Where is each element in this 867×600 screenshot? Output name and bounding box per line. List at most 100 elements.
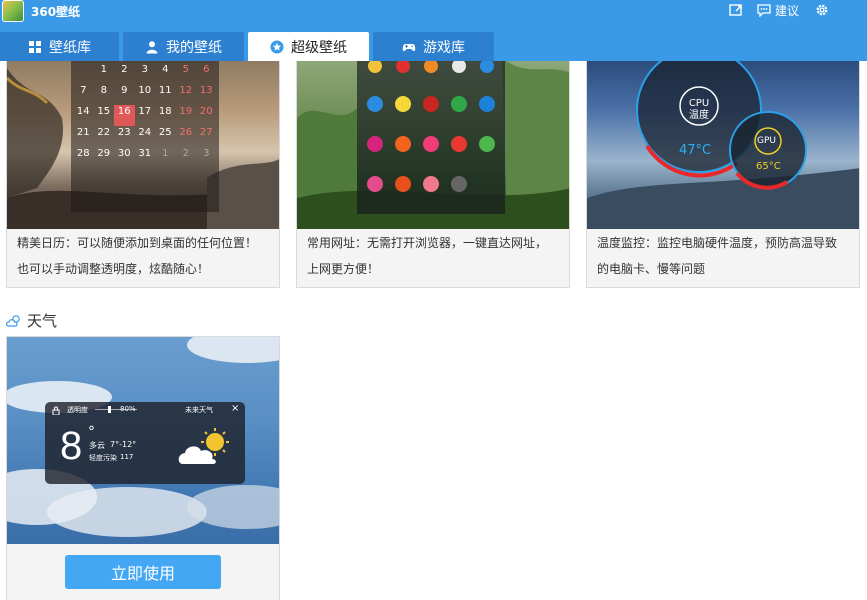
- calendar-day: 23: [117, 127, 131, 138]
- lock-icon: [52, 406, 60, 415]
- gpu-label: GPU: [757, 136, 776, 146]
- calendar-day: 20: [199, 106, 213, 117]
- desc-line: 的电脑卡、慢等问题: [597, 262, 706, 276]
- calendar-day: 3: [141, 64, 148, 75]
- temperature-thumbnail[interactable]: CPU 温度 47°C GPU 65°C: [587, 61, 859, 229]
- calendar-day: 8: [100, 85, 107, 96]
- cpu-label: CPU 温度: [683, 98, 715, 122]
- content-area: 1 2 3 4 5 6 7 8 9 10 11 12 13 14 15 16 1…: [0, 61, 867, 600]
- calendar-day: 26: [179, 127, 193, 138]
- window-share-icon: [729, 4, 742, 16]
- calendar-day: 13: [199, 85, 213, 96]
- calendar-day: 22: [97, 127, 111, 138]
- calendar-day: 5: [182, 64, 189, 75]
- opacity-slider-handle: [108, 406, 111, 413]
- card-description: 温度监控：监控电脑硬件温度，预防高温导致 的电脑卡、慢等问题: [597, 230, 851, 282]
- calendar-day: 29: [97, 148, 111, 159]
- chat-bubble-icon: [757, 4, 771, 17]
- calendar-day: 11: [158, 85, 172, 96]
- desc-line: 常用网址：无需打开浏览器，一键直达网址，: [307, 236, 548, 250]
- calendar-day: 1: [162, 148, 169, 159]
- weather-widget: 透明度 80% 未来天气 × 8 ° 多云 7°-12° 轻度污染 117: [45, 402, 245, 484]
- settings-button[interactable]: [815, 0, 829, 20]
- weather-condition: 多云: [89, 441, 105, 450]
- tab-label: 游戏库: [423, 39, 465, 56]
- calendar-day: 2: [121, 64, 128, 75]
- app-logo-icon: [2, 0, 24, 22]
- weather-card[interactable]: 透明度 80% 未来天气 × 8 ° 多云 7°-12° 轻度污染 117 立即…: [6, 336, 280, 600]
- websites-thumbnail[interactable]: [297, 61, 569, 229]
- calendar-row: 21 22 23 24 25 26 27: [73, 126, 219, 147]
- tab-label: 壁纸库: [49, 39, 91, 56]
- calendar-row: 1 2 3 4 5 6: [73, 63, 219, 84]
- calendar-day: 10: [138, 85, 152, 96]
- tab-my-wallpapers[interactable]: 我的壁纸: [123, 32, 244, 61]
- star-icon: [270, 40, 284, 53]
- suggest-label: 建议: [775, 3, 800, 18]
- tab-game-library[interactable]: 游戏库: [373, 32, 494, 61]
- calendar-day: 27: [199, 127, 213, 138]
- calendar-day: 12: [179, 85, 193, 96]
- calendar-day: 9: [121, 85, 128, 96]
- site-icon-grid: [367, 61, 495, 192]
- calendar-day: 30: [117, 148, 131, 159]
- skin-button[interactable]: [729, 0, 743, 20]
- calendar-day: 14: [76, 106, 90, 117]
- close-icon: ×: [231, 403, 240, 414]
- cpu-value: 47°C: [679, 143, 712, 158]
- weather-icon: [6, 314, 20, 327]
- calendar-day: 2: [182, 148, 189, 159]
- tab-label: 超级壁纸: [291, 39, 347, 56]
- calendar-day: 17: [138, 106, 152, 117]
- websites-card[interactable]: 常用网址：无需打开浏览器，一键直达网址， 上网更方便！: [296, 61, 570, 288]
- tab-wallpaper-library[interactable]: 壁纸库: [0, 32, 119, 61]
- calendar-row: 14 15 16 17 18 19 20: [73, 105, 219, 126]
- calendar-day: 31: [138, 148, 152, 159]
- calendar-thumbnail[interactable]: 1 2 3 4 5 6 7 8 9 10 11 12 13 14 15 16 1…: [7, 61, 279, 229]
- desc-line: 上网更方便！: [307, 262, 380, 276]
- weather-thumbnail[interactable]: 透明度 80% 未来天气 × 8 ° 多云 7°-12° 轻度污染 117: [7, 337, 279, 544]
- calendar-grid: 1 2 3 4 5 6 7 8 9 10 11 12 13 14 15 16 1…: [73, 63, 219, 168]
- title-bar: 360壁纸 建议 壁纸库 我的壁纸 超级壁纸 游戏库: [0, 0, 867, 61]
- card-description: 精美日历：可以随便添加到桌面的任何位置！ 也可以手动调整透明度，炫酷随心！: [17, 230, 271, 282]
- gpu-value: 65°C: [756, 161, 781, 172]
- calendar-day: 21: [76, 127, 90, 138]
- forecast-label: 未来天气: [185, 406, 213, 414]
- calendar-day: 4: [162, 64, 169, 75]
- calendar-day: 24: [138, 127, 152, 138]
- cpu-title: CPU: [688, 98, 710, 109]
- temperature-range: 7°-12°: [110, 440, 137, 449]
- cpu-subtitle: 温度: [689, 110, 709, 121]
- gear-icon: [816, 4, 828, 16]
- calendar-row: 7 8 9 10 11 12 13: [73, 84, 219, 105]
- gamepad-icon: [402, 43, 416, 51]
- calendar-day: 7: [80, 85, 87, 96]
- calendar-day: 18: [158, 106, 172, 117]
- calendar-day: 1: [100, 64, 107, 75]
- temperature-card[interactable]: CPU 温度 47°C GPU 65°C 温度监控：监控电脑硬件温度，预防高温导…: [586, 61, 860, 288]
- user-icon: [146, 40, 158, 53]
- calendar-row: 28 29 30 31 1 2 3: [73, 147, 219, 168]
- aqi-value: 117: [120, 453, 134, 461]
- temperature-gauges: [587, 61, 859, 229]
- aqi-label: 轻度污染: [89, 454, 117, 462]
- calendar-day: 19: [179, 106, 193, 117]
- desc-line: 精美日历：可以随便添加到桌面的任何位置！: [17, 236, 258, 250]
- calendar-day: 28: [76, 148, 90, 159]
- suggest-button[interactable]: 建议: [757, 0, 799, 20]
- desc-line: 也可以手动调整透明度，炫酷随心！: [17, 262, 210, 276]
- calendar-day: 15: [97, 106, 111, 117]
- calendar-day: 6: [203, 64, 210, 75]
- tab-label: 我的壁纸: [166, 39, 222, 56]
- desc-line: 温度监控：监控电脑硬件温度，预防高温导致: [597, 236, 838, 250]
- calendar-today: 16: [114, 105, 135, 126]
- opacity-value: 80%: [120, 405, 136, 413]
- grid-icon: [29, 40, 41, 53]
- section-title: 天气: [27, 312, 58, 330]
- weather-section-header: 天气: [6, 310, 57, 331]
- calendar-card[interactable]: 1 2 3 4 5 6 7 8 9 10 11 12 13 14 15 16 1…: [6, 61, 280, 288]
- calendar-day: 3: [203, 148, 210, 159]
- use-now-button[interactable]: 立即使用: [65, 555, 221, 589]
- tab-super-wallpaper[interactable]: 超级壁纸: [248, 32, 369, 61]
- degree-symbol: °: [88, 424, 95, 440]
